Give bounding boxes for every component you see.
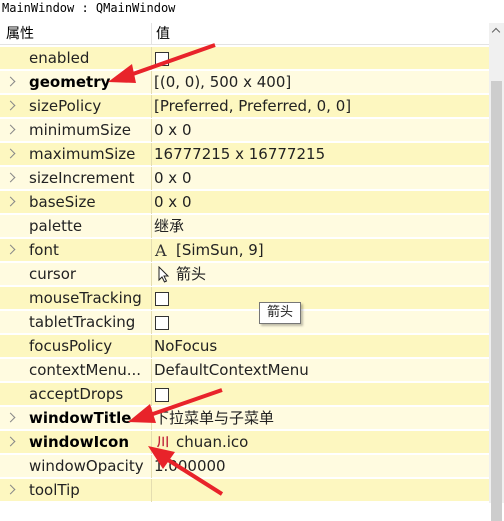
property-value[interactable]: NoFocus [154, 335, 217, 358]
chevron-right-icon[interactable] [5, 148, 16, 159]
property-row-enabled[interactable]: enabled [0, 47, 489, 70]
property-row-tooltip[interactable]: toolTip [0, 479, 489, 502]
property-value[interactable]: [SimSun, 9] [176, 239, 264, 262]
column-header: 属性 值 [0, 23, 489, 45]
property-name: acceptDrops [29, 385, 124, 403]
property-row-font[interactable]: font A [SimSun, 9] [0, 239, 489, 262]
property-value[interactable]: 0 x 0 [154, 191, 192, 214]
property-grid: enabled geometry [(0, 0), 500 x 400] sizePo… [0, 47, 489, 503]
column-divider [151, 167, 152, 190]
chevron-right-icon[interactable] [5, 76, 16, 87]
property-row-sizeincrement[interactable]: sizeIncrement 0 x 0 [0, 167, 489, 190]
column-divider [151, 191, 152, 214]
property-name: geometry [29, 73, 111, 91]
arrow-cursor-icon [158, 266, 170, 283]
scrollbar-thumb[interactable] [491, 81, 502, 521]
column-divider [151, 71, 152, 94]
window-title: MainWindow : QMainWindow [0, 0, 504, 18]
property-row-windowtitle[interactable]: windowTitle 下拉菜单与子菜单 [0, 407, 489, 430]
property-name: toolTip [29, 481, 80, 499]
tooltip: 箭头 [259, 302, 301, 324]
chevron-right-icon[interactable] [5, 436, 16, 447]
chuan-icon: 川 [157, 435, 170, 449]
column-divider [151, 407, 152, 430]
column-divider [151, 335, 152, 358]
property-name: windowIcon [29, 433, 130, 451]
property-value[interactable]: 箭头 [176, 263, 206, 286]
header-property: 属性 [6, 26, 34, 42]
property-name: palette [29, 217, 83, 235]
column-divider [151, 479, 152, 502]
property-row-focuspolicy[interactable]: focusPolicy NoFocus [0, 335, 489, 358]
property-row-geometry[interactable]: geometry [(0, 0), 500 x 400] [0, 71, 489, 94]
scroll-up-button[interactable] [489, 23, 504, 40]
property-name: baseSize [29, 193, 96, 211]
header-divider[interactable] [151, 23, 152, 45]
property-value[interactable]: [Preferred, Preferred, 0, 0] [154, 95, 351, 118]
property-value[interactable]: chuan.ico [176, 431, 248, 454]
property-row-palette[interactable]: palette 继承 [0, 215, 489, 238]
chevron-right-icon[interactable] [5, 124, 16, 135]
property-value[interactable]: 继承 [154, 215, 184, 238]
vertical-scrollbar[interactable] [489, 23, 504, 521]
property-value[interactable]: 1.000000 [154, 455, 226, 478]
property-row-basesize[interactable]: baseSize 0 x 0 [0, 191, 489, 214]
property-row-maximumsize[interactable]: maximumSize 16777215 x 16777215 [0, 143, 489, 166]
column-divider [151, 455, 152, 478]
property-checkbox[interactable] [155, 316, 169, 330]
property-value[interactable]: 16777215 x 16777215 [154, 143, 325, 166]
column-divider [151, 95, 152, 118]
column-divider [151, 143, 152, 166]
property-row-tablettracking[interactable]: tabletTracking [0, 311, 489, 334]
header-value: 值 [156, 26, 170, 42]
property-row-cursor[interactable]: cursor 箭头 [0, 263, 489, 286]
property-name: focusPolicy [29, 337, 113, 355]
column-divider [151, 311, 152, 334]
property-name: font [29, 241, 59, 259]
property-value[interactable]: [(0, 0), 500 x 400] [154, 71, 291, 94]
property-row-windowopacity[interactable]: windowOpacity 1.000000 [0, 455, 489, 478]
property-value[interactable]: 0 x 0 [154, 119, 192, 142]
property-value[interactable]: 0 x 0 [154, 167, 192, 190]
property-value[interactable]: 下拉菜单与子菜单 [154, 407, 274, 430]
property-name: tabletTracking [29, 313, 136, 331]
property-name: sizePolicy [29, 97, 102, 115]
property-row-acceptdrops[interactable]: acceptDrops [0, 383, 489, 406]
property-name: windowTitle [29, 409, 132, 427]
chevron-right-icon[interactable] [5, 100, 16, 111]
property-name: mouseTracking [29, 289, 142, 307]
chevron-right-icon[interactable] [5, 484, 16, 495]
chevron-right-icon[interactable] [5, 172, 16, 183]
property-name: enabled [29, 49, 90, 67]
chevron-right-icon[interactable] [5, 412, 16, 423]
chevron-right-icon[interactable] [5, 244, 16, 255]
font-icon: A [155, 241, 167, 260]
property-checkbox[interactable] [155, 52, 169, 66]
column-divider [151, 215, 152, 238]
property-row-contextmenu[interactable]: contextMenu... DefaultContextMenu [0, 359, 489, 382]
column-divider [151, 287, 152, 310]
property-row-windowicon[interactable]: windowIcon 川 chuan.ico [0, 431, 489, 454]
column-divider [151, 263, 152, 286]
property-name: windowOpacity [29, 457, 144, 475]
property-row-sizepolicy[interactable]: sizePolicy [Preferred, Preferred, 0, 0] [0, 95, 489, 118]
property-name: cursor [29, 265, 77, 283]
property-row-mousetracking[interactable]: mouseTracking [0, 287, 489, 310]
property-name: minimumSize [29, 121, 131, 139]
column-divider [151, 359, 152, 382]
property-name: maximumSize [29, 145, 136, 163]
column-divider [151, 431, 152, 454]
column-divider [151, 383, 152, 406]
property-checkbox[interactable] [155, 388, 169, 402]
property-name: contextMenu... [29, 361, 142, 379]
property-row-minimumsize[interactable]: minimumSize 0 x 0 [0, 119, 489, 142]
column-divider [151, 47, 152, 70]
property-name: sizeIncrement [29, 169, 135, 187]
column-divider [151, 119, 152, 142]
column-divider [151, 239, 152, 262]
chevron-right-icon[interactable] [5, 196, 16, 207]
property-checkbox[interactable] [155, 292, 169, 306]
property-value[interactable]: DefaultContextMenu [154, 359, 309, 382]
